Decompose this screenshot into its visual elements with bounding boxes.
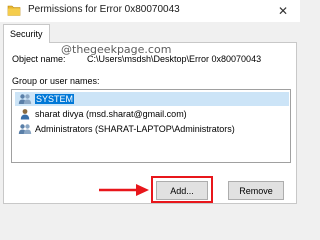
security-panel: Object name: C:\Users\msdsh\Desktop\Erro… (3, 42, 297, 204)
object-name-label: Object name: (12, 54, 66, 64)
list-item-user[interactable]: sharat divya (msd.sharat@gmail.com) (15, 107, 289, 121)
folder-icon (7, 5, 21, 16)
user-icon (20, 109, 30, 120)
group-or-user-names-label: Group or user names: (12, 76, 100, 86)
close-icon: ✕ (277, 4, 289, 18)
list-item-system[interactable]: SYSTEM (15, 92, 289, 106)
highlight-annotation (151, 176, 213, 203)
watermark: @thegeekpage.com (61, 42, 211, 56)
close-button[interactable]: ✕ (266, 0, 300, 22)
list-item-administrators[interactable]: Administrators (SHARAT-LAPTOP\Administra… (15, 122, 289, 136)
user-group-icon (18, 94, 32, 104)
tab-security[interactable]: Security (3, 24, 50, 43)
window-title: Permissions for Error 0x80070043 (28, 4, 180, 15)
remove-button[interactable]: Remove (228, 181, 284, 200)
user-group-icon (18, 124, 32, 134)
title-bar: Permissions for Error 0x80070043 ✕ (0, 0, 300, 22)
list-item-label: sharat divya (msd.sharat@gmail.com) (35, 109, 187, 119)
arrow-annotation-icon (99, 184, 149, 196)
list-item-label: Administrators (SHARAT-LAPTOP\Administra… (35, 124, 235, 134)
permissions-dialog: Permissions for Error 0x80070043 ✕ Secur… (0, 0, 300, 204)
list-item-label: SYSTEM (35, 94, 75, 104)
watermark-text: @thegeekpage.com (61, 42, 172, 56)
group-user-listbox[interactable]: SYSTEM sharat divya (msd.sharat@gmail.co… (11, 89, 291, 163)
